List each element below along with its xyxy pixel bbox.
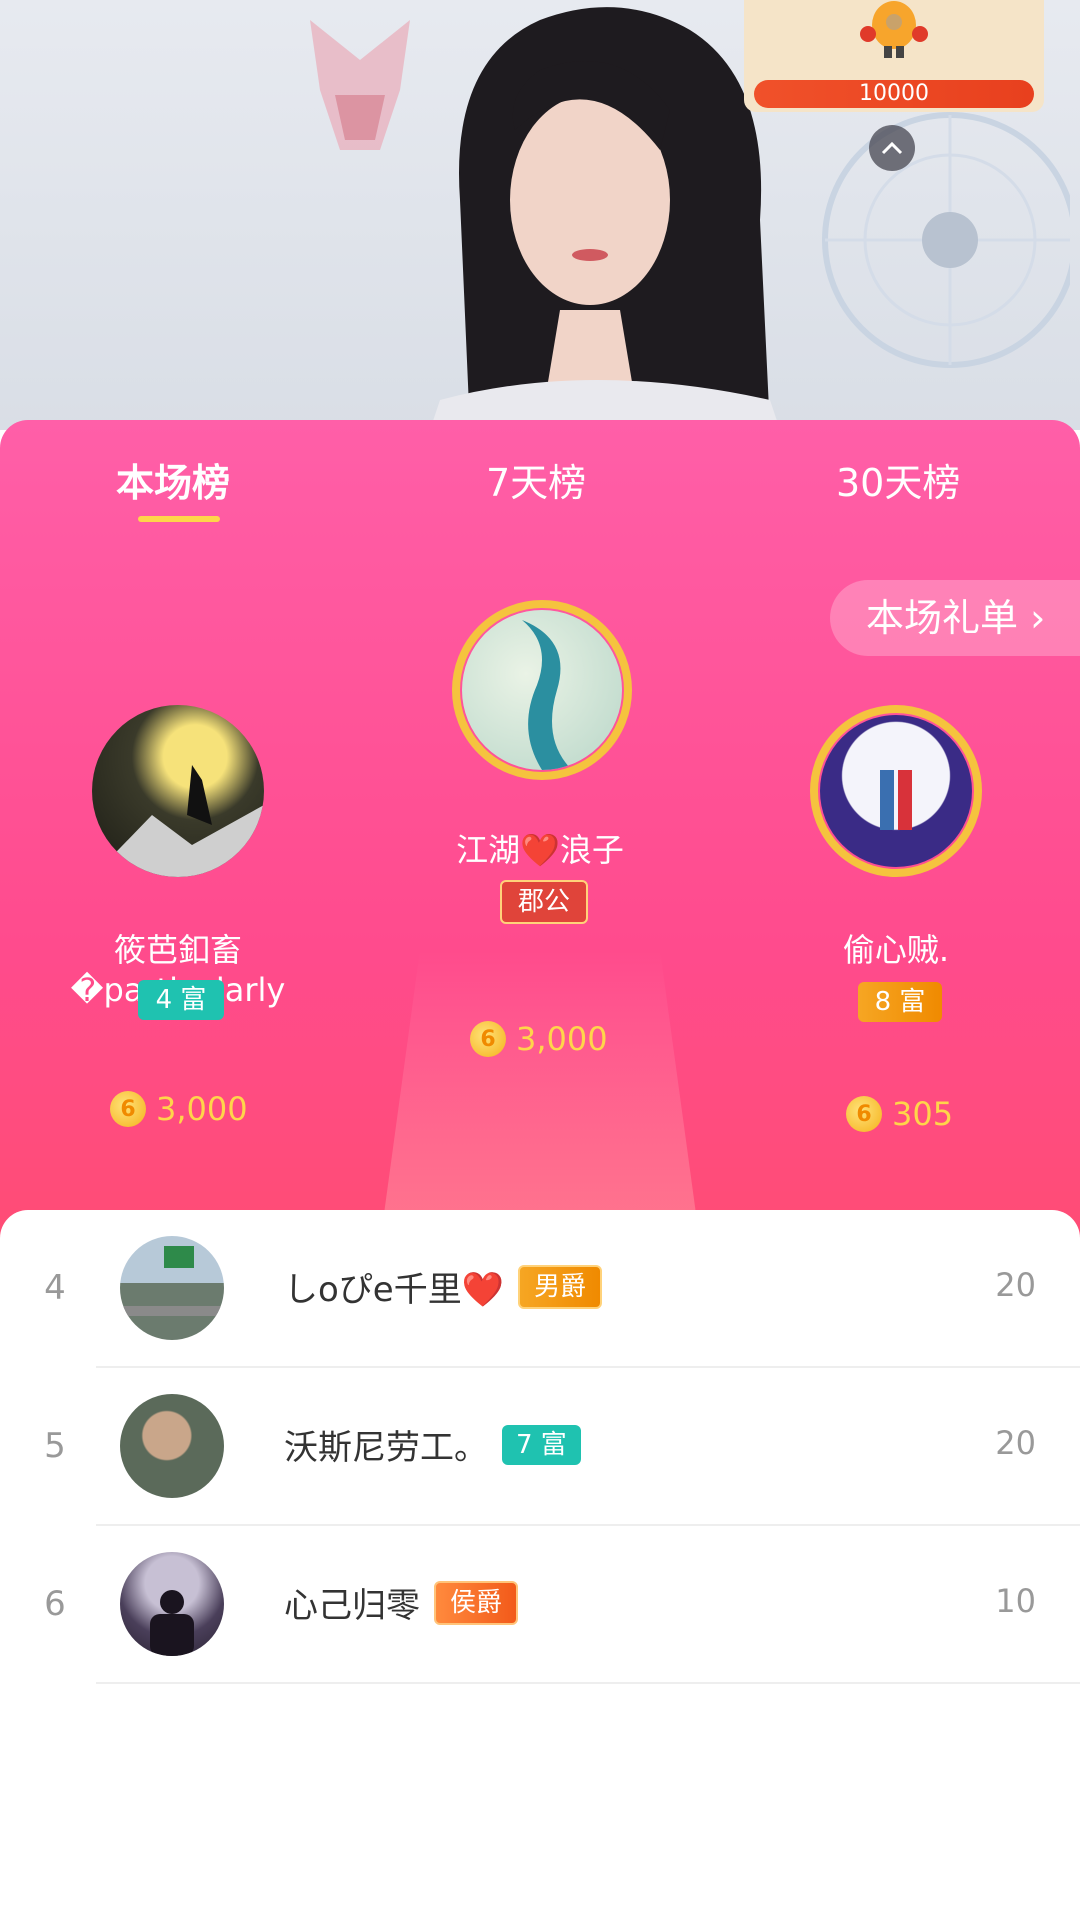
first-place-score: 6 3,000 [470, 1020, 608, 1058]
dragon-avatar-image [522, 620, 572, 770]
ranking-list: 4 しoぴe千里❤️ 男爵 20 5 沃斯尼劳工。 7 富 20 6 心己归零 … [0, 1210, 1080, 1920]
silhouette-avatar-image [150, 1590, 194, 1656]
second-place-avatar[interactable] [92, 705, 264, 877]
gift-mascot-icon [860, 1, 928, 58]
second-place-score: 6 3,000 [110, 1090, 248, 1128]
third-place-badge: 8 富 [858, 982, 942, 1022]
gift-list-button[interactable]: 本场礼单 › [830, 580, 1080, 656]
highway-avatar-image [120, 1246, 224, 1316]
list-item[interactable]: 6 心己归零 侯爵 10 [0, 1526, 1080, 1684]
rank-tag: 男爵 [518, 1264, 603, 1309]
contribution-score: 20 [995, 1424, 1036, 1462]
first-place-badge: 郡公 [500, 880, 588, 924]
first-place-name: 江湖❤️浪子 [456, 831, 624, 869]
user-name: 沃斯尼劳工。 [284, 1428, 488, 1468]
gift-progress-amount: 10000 [754, 80, 1034, 108]
avatar[interactable] [120, 1394, 224, 1498]
list-item[interactable]: 4 しoぴe千里❤️ 男爵 20 [0, 1210, 1080, 1368]
tab-this-session[interactable]: 本场榜 [116, 452, 230, 507]
tab-30-days[interactable]: 30天榜 [836, 452, 960, 507]
list-item[interactable]: 5 沃斯尼劳工。 7 富 20 [0, 1368, 1080, 1526]
row-divider [96, 1682, 1080, 1684]
contribution-score: 10 [995, 1582, 1036, 1620]
rank-number: 4 [44, 1268, 66, 1308]
third-place-avatar[interactable] [820, 715, 972, 867]
third-place-name: 偷心贼. [842, 931, 950, 969]
rank-number: 6 [44, 1584, 66, 1624]
live-video: 10000 [0, 0, 1080, 430]
third-place-score-value: 305 [892, 1095, 954, 1133]
first-place-score-value: 3,000 [516, 1020, 608, 1058]
coin-icon: 6 [846, 1096, 882, 1132]
ranking-tabs: 本场榜 7天榜 30天榜 [0, 420, 1080, 530]
third-place-score: 6 305 [846, 1095, 953, 1133]
coin-icon: 6 [110, 1091, 146, 1127]
active-tab-indicator [138, 516, 220, 522]
gift-progress-card[interactable]: 10000 [744, 0, 1044, 112]
rank-number: 5 [44, 1426, 66, 1466]
chevron-up-icon [881, 141, 903, 155]
avatar[interactable] [120, 1552, 224, 1656]
couple-avatar-image [880, 770, 912, 830]
user-name-row: しoぴe千里❤️ 男爵 [284, 1262, 603, 1311]
user-name: 心己归零 [284, 1586, 420, 1626]
user-name-row: 心己归零 侯爵 [284, 1578, 519, 1627]
second-place-score-value: 3,000 [156, 1090, 248, 1128]
coin-icon: 6 [470, 1021, 506, 1057]
second-place-badge: 4 富 [138, 980, 224, 1020]
contribution-score: 20 [995, 1266, 1036, 1304]
first-place-avatar[interactable] [462, 610, 622, 770]
user-name-row: 沃斯尼劳工。 7 富 [284, 1420, 581, 1469]
user-name: しoぴe千里❤️ [284, 1270, 505, 1310]
rank-tag: 侯爵 [434, 1580, 519, 1625]
tab-7-days[interactable]: 7天榜 [486, 452, 586, 507]
collapse-button[interactable] [869, 125, 915, 171]
wolf-avatar-image [92, 765, 264, 877]
avatar[interactable] [120, 1236, 224, 1340]
rank-tag: 7 富 [502, 1424, 581, 1465]
